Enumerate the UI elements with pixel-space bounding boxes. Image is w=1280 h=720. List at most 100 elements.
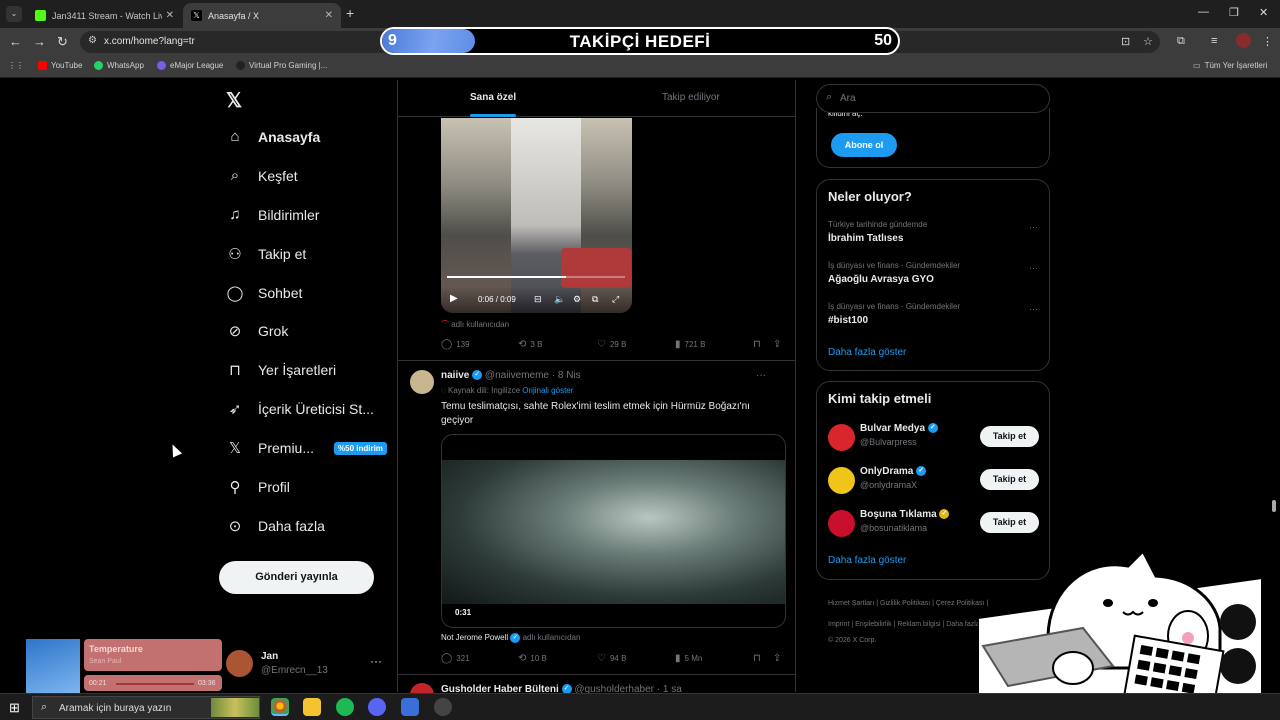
retweet-button[interactable]: ⟲ 3 B	[518, 339, 542, 350]
nav-item-person-add[interactable]: ⚇ Takip et	[226, 245, 306, 263]
more-icon[interactable]: ···	[1029, 263, 1038, 273]
nav-item-bookmark[interactable]: ⊓ Yer İşaretleri	[226, 361, 336, 379]
chrome-icon[interactable]	[271, 698, 289, 716]
more-icon[interactable]: ···	[370, 654, 382, 668]
windows-start-icon[interactable]: ⊞	[9, 700, 20, 716]
settings-icon[interactable]: ⚙	[573, 294, 581, 305]
share-button[interactable]: ⇪	[773, 339, 781, 350]
more-icon[interactable]: ···	[1029, 222, 1038, 232]
trend-item[interactable]: Türkiye tarihinde gündemde İbrahim Tatlı…	[828, 220, 1038, 244]
share-button[interactable]: ⇪	[773, 653, 781, 664]
more-icon[interactable]: ···	[756, 370, 766, 381]
bookmark-youtube[interactable]: YouTube	[38, 61, 82, 70]
captions-icon[interactable]: ⊟	[534, 294, 542, 305]
post-button[interactable]: Gönderi yayınla	[219, 561, 374, 594]
nav-item-rocket[interactable]: ➶ İçerik Üreticisi St...	[226, 400, 374, 418]
nav-item-search[interactable]: ⌕ Keşfet	[226, 167, 298, 184]
window-close-icon[interactable]: ✕	[1259, 6, 1268, 19]
nav-item-more-circle[interactable]: ⊙ Daha fazla	[226, 517, 325, 535]
show-more-link[interactable]: Daha fazla göster	[828, 347, 906, 358]
like-button[interactable]: ♡ 94 B	[597, 653, 626, 664]
restore-icon[interactable]: ❐	[1229, 6, 1239, 19]
spotify-icon[interactable]	[336, 698, 354, 716]
fullscreen-icon[interactable]: ⤢	[612, 294, 619, 305]
search-input[interactable]: ⌕ Ara	[816, 84, 1050, 113]
close-icon[interactable]: ✕	[166, 10, 174, 21]
minimize-icon[interactable]: —	[1198, 6, 1209, 18]
reply-icon: ◯	[441, 339, 453, 350]
tweet1-video[interactable]: ▶ 0:06 / 0:09 ⊟ 🔈 ⚙ ⧉ ⤢	[441, 118, 632, 313]
apps-icon[interactable]: ⋮⋮	[8, 61, 24, 70]
forward-icon[interactable]: →	[33, 34, 46, 49]
author-handle[interactable]: @naiivememe	[485, 370, 549, 381]
reload-icon[interactable]: ↻	[57, 34, 68, 50]
like-button[interactable]: ♡ 29 B	[597, 339, 626, 350]
obs-icon[interactable]	[434, 698, 452, 716]
tab-following[interactable]: Takip ediliyor	[662, 92, 720, 103]
credit-name[interactable]: Not Jerome Powell	[441, 633, 508, 642]
pip-icon[interactable]: ⧉	[592, 294, 598, 305]
star-icon[interactable]: ☆	[1143, 35, 1153, 48]
extensions-icon[interactable]: ⧉	[1177, 35, 1185, 48]
bookmark-emajor[interactable]: eMajor League	[157, 61, 223, 70]
volume-icon[interactable]: 🔈	[554, 294, 565, 305]
show-more-link[interactable]: Daha fazla göster	[828, 555, 906, 566]
nav-item-grok[interactable]: ⊘ Grok	[226, 322, 289, 340]
subscribe-button[interactable]: Abone ol	[831, 133, 897, 157]
nav-item-bell[interactable]: ♫ Bildirimler	[226, 206, 319, 223]
now-playing-widget: Temperature Sean Paul 00:21 03:36	[26, 639, 222, 693]
nav-item-label: İçerik Üreticisi St...	[258, 401, 374, 417]
play-icon[interactable]: ▶	[450, 293, 458, 304]
close-icon[interactable]: ✕	[325, 10, 333, 21]
tweet2-video[interactable]: 0:31	[441, 434, 786, 628]
follow-button[interactable]: Takip et	[980, 512, 1039, 533]
scrollbar-thumb[interactable]	[1272, 500, 1276, 512]
more-icon[interactable]: ···	[1029, 304, 1038, 314]
bookmark-vpg[interactable]: Virtual Pro Gaming |...	[236, 61, 327, 70]
reply-button[interactable]: ◯ 139	[441, 339, 470, 350]
nav-item-x-logo[interactable]: 𝕏 Premiu... %50 indirim	[226, 439, 387, 457]
media-icon[interactable]: ≡	[1211, 35, 1217, 47]
discord-icon[interactable]	[368, 698, 386, 716]
premium-card: kilidini aç. Abone ol	[816, 108, 1050, 168]
back-icon[interactable]: ←	[9, 34, 22, 49]
bookmark-button[interactable]: ⊓	[753, 653, 761, 664]
bookmark-button[interactable]: ⊓	[753, 339, 761, 350]
follow-suggestion[interactable]: Boşuna Tıklama ✓ @bosunatiklama Takip et	[828, 508, 1042, 538]
follow-button[interactable]: Takip et	[980, 426, 1039, 447]
like-count: 94 B	[609, 654, 627, 663]
browser-tab-stream[interactable]: Jan3411 Stream - Watch Live o ✕	[27, 3, 182, 28]
x-logo-icon[interactable]: 𝕏	[226, 88, 242, 113]
file-explorer-icon[interactable]	[303, 698, 321, 716]
install-icon[interactable]: ⊡	[1121, 35, 1130, 48]
video-scrubber[interactable]	[447, 276, 625, 278]
views-button[interactable]: ▮ 5 Mn	[675, 653, 702, 664]
follow-suggestion[interactable]: OnlyDrama ✓ @onlydramaX Takip et	[828, 465, 1042, 495]
profile-avatar-icon[interactable]	[1236, 33, 1251, 48]
tweet-time[interactable]: 8 Nis	[558, 370, 581, 381]
reply-button[interactable]: ◯ 321	[441, 653, 470, 664]
show-original-link[interactable]: Orijinali göster	[522, 386, 573, 395]
trend-item[interactable]: İş dünyası ve finans · Gündemdekiler Ağa…	[828, 261, 1038, 285]
follow-suggestion[interactable]: Bulvar Medya ✓ @Bulvarpress Takip et	[828, 422, 1042, 452]
trend-item[interactable]: İş dünyası ve finans · Gündemdekiler #bi…	[828, 302, 1038, 326]
tab-search-button[interactable]: ⌄	[6, 6, 22, 22]
nav-item-chat[interactable]: ◯ Sohbet	[226, 284, 303, 302]
avatar[interactable]	[410, 370, 434, 394]
browser-tab-x[interactable]: 𝕏 Anasayfa / X ✕	[183, 3, 341, 28]
views-button[interactable]: ▮ 721 B	[675, 339, 705, 350]
app-icon[interactable]	[401, 698, 419, 716]
new-tab-icon[interactable]: +	[346, 5, 354, 21]
bookmark-whatsapp[interactable]: WhatsApp	[94, 61, 144, 70]
site-settings-icon[interactable]: ⚙	[88, 35, 97, 46]
bookmark-label: eMajor League	[170, 61, 224, 70]
nav-item-home[interactable]: ⌂ Anasayfa	[226, 128, 320, 145]
nav-item-profile[interactable]: ⚲ Profil	[226, 478, 290, 496]
taskbar-search[interactable]: ⌕ Aramak için buraya yazın	[32, 696, 260, 719]
follow-button[interactable]: Takip et	[980, 469, 1039, 490]
retweet-button[interactable]: ⟲ 10 B	[518, 653, 547, 664]
menu-icon[interactable]: ⋮	[1262, 35, 1273, 48]
tab-for-you[interactable]: Sana özel	[470, 92, 516, 103]
author-name[interactable]: naiive	[441, 370, 469, 381]
all-bookmarks[interactable]: ▭ Tüm Yer İşaretleri	[1193, 61, 1267, 70]
